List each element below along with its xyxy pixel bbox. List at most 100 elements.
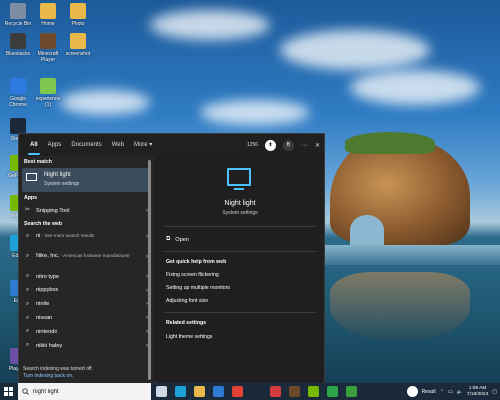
open-button[interactable]: ⧉ Open	[166, 236, 189, 243]
web-result-text: Nike, Inc. - American footwear manufactu…	[36, 253, 136, 259]
clock[interactable]: 1:06 AM 7/16/2024	[467, 386, 488, 398]
apps-heading: Apps	[24, 195, 37, 201]
desktop-icon-glyph	[40, 33, 56, 49]
taskbar-app-task-view-icon[interactable]	[156, 386, 167, 397]
web-result-label: nippybox	[36, 287, 59, 294]
search-results: Best match Night light System settings A…	[19, 156, 154, 384]
web-result-item[interactable]: ⌕ nikki haley ›	[19, 339, 154, 353]
desktop-icon[interactable]: Bluestacks	[3, 33, 33, 57]
tab-web[interactable]: Web	[107, 134, 129, 156]
taskbar-app-chrome-icon[interactable]	[232, 386, 243, 397]
app-item-snipping-tool[interactable]: ✂ Snipping Tool ›	[19, 204, 154, 218]
web-result-item[interactable]: ⌕ nitro type ›	[19, 270, 154, 284]
search-icon	[22, 388, 29, 395]
result-preview: Night light System settings ⧉ Open Get q…	[158, 156, 322, 384]
related-setting-link[interactable]: Light theme settings	[166, 334, 212, 340]
quick-help-link[interactable]: Fixing screen flickering	[166, 272, 219, 278]
tray-app-icon[interactable]	[406, 386, 418, 397]
desktop-icon-glyph	[70, 33, 86, 49]
desktop-icon-label: Recycle Bin	[4, 21, 32, 27]
notifications-icon[interactable]: ▢	[492, 389, 497, 395]
taskbar-app-nvidia-icon[interactable]	[308, 386, 319, 397]
more-options-icon[interactable]: ···	[301, 142, 308, 149]
clock-date: 7/16/2024	[466, 391, 489, 397]
rewards-icon[interactable]: ⬆	[264, 139, 276, 151]
web-result-text: ninite	[36, 301, 49, 307]
taskbar: Result ⌃ ▭ 🔈 1:06 AM 7/16/2024 ▢	[0, 383, 500, 400]
web-result-item[interactable]: ⌕ nissan ›	[19, 311, 154, 325]
web-result-label: nissan	[36, 315, 53, 322]
search-icon: ⌕	[25, 286, 30, 293]
snipping-tool-icon: ✂	[24, 207, 31, 214]
taskbar-app-media-icon[interactable]	[270, 386, 281, 397]
desktop-icon[interactable]: Photo	[63, 3, 93, 27]
desktop-icon[interactable]: Minecraft Player	[33, 33, 63, 63]
taskbar-search-box[interactable]	[18, 383, 151, 400]
search-icon: ⌕	[25, 252, 30, 259]
taskbar-app-file-explorer-icon[interactable]	[194, 386, 205, 397]
start-button[interactable]	[0, 383, 17, 400]
desktop-icon[interactable]: Recycle Bin	[3, 3, 33, 27]
windows-logo-icon	[4, 387, 13, 396]
desktop-icon-label: Bluestacks	[5, 51, 31, 57]
desktop-icon[interactable]: Home	[33, 3, 63, 27]
search-tabs: All Apps Documents Web More ▾ 1256 ⬆ B ·…	[19, 134, 326, 156]
indexing-notice-text: Search indexing was turned off.	[23, 366, 93, 372]
web-result-label: ninite	[36, 301, 50, 308]
desktop-icon-glyph	[40, 3, 56, 19]
taskbar-app-xbox-icon[interactable]	[327, 386, 338, 397]
search-icon: ⌕	[25, 232, 30, 239]
web-result-label: nitro type	[36, 273, 60, 280]
web-result-label: nikki haley	[36, 342, 63, 349]
chevron-up-icon[interactable]: ⌃	[440, 389, 444, 395]
search-input[interactable]	[33, 388, 148, 395]
tab-documents[interactable]: Documents	[66, 134, 106, 156]
web-result-text: nitro type	[36, 274, 59, 280]
search-icon: ⌕	[25, 342, 30, 349]
web-result-item[interactable]: ⌕ ninite ›	[19, 297, 154, 311]
taskbar-app-store-icon[interactable]	[213, 386, 224, 397]
desktop-icon-glyph	[10, 78, 26, 94]
web-result-item[interactable]: ⌕ ni - See more search results ›	[19, 230, 154, 250]
taskbar-app-edge-icon[interactable]	[175, 386, 186, 397]
quick-help-link[interactable]: Setting up multiple monitors	[166, 285, 230, 291]
chevron-down-icon: ▾	[149, 142, 153, 148]
web-result-sub: - See more search results	[40, 232, 95, 238]
close-icon[interactable]: ✕	[315, 142, 320, 149]
web-heading: Search the web	[24, 220, 63, 227]
taskbar-app-minecraft-icon[interactable]	[289, 386, 300, 397]
tab-apps[interactable]: Apps	[43, 134, 67, 156]
tray-app-label[interactable]: Result	[422, 389, 436, 395]
web-result-item[interactable]: ⌕ nintendo ›	[19, 325, 154, 339]
tab-more[interactable]: More ▾	[129, 134, 157, 156]
taskbar-app-app-green-icon[interactable]	[346, 386, 357, 397]
desktop-icon[interactable]: screenshot	[63, 33, 93, 57]
preview-subtitle: System settings	[222, 210, 258, 216]
network-icon[interactable]: ▭	[448, 389, 453, 395]
rewards-points[interactable]: 1256	[247, 142, 258, 148]
open-label: Open	[175, 236, 189, 243]
best-match-item[interactable]: Night light System settings	[22, 168, 151, 192]
desktop-icon-glyph	[10, 3, 26, 19]
volume-icon[interactable]: 🔈	[457, 389, 463, 395]
web-result-item[interactable]: ⌕ nippybox ›	[19, 284, 154, 298]
web-result-item[interactable]: ⌕ Nike, Inc. - American footwear manufact…	[19, 250, 154, 270]
desktop-icon[interactable]: experience (1)	[33, 78, 63, 108]
tab-all[interactable]: All	[25, 134, 43, 156]
profile-avatar[interactable]: B	[282, 139, 294, 151]
web-result-label: nintendo	[36, 328, 58, 335]
results-scrollbar[interactable]	[147, 156, 152, 384]
monitor-icon	[227, 168, 251, 190]
quick-help-link[interactable]: Adjusting font size	[166, 298, 208, 304]
desktop-icon[interactable]: Google Chrome	[3, 78, 33, 108]
search-panel: All Apps Documents Web More ▾ 1256 ⬆ B ·…	[18, 133, 326, 384]
desktop-icon-label: Minecraft Player	[37, 51, 59, 63]
search-icon: ⌕	[25, 328, 30, 335]
taskbar-app-steam-icon[interactable]	[251, 386, 262, 397]
best-match-heading: Best match	[24, 159, 52, 165]
web-result-text: ni - See more search results	[36, 233, 136, 239]
related-settings-heading: Related settings	[166, 320, 207, 326]
quick-help-heading: Get quick help from web	[166, 259, 227, 265]
turn-indexing-on-link[interactable]: Turn indexing back on.	[23, 373, 93, 380]
web-result-text: nikki haley	[36, 343, 62, 349]
